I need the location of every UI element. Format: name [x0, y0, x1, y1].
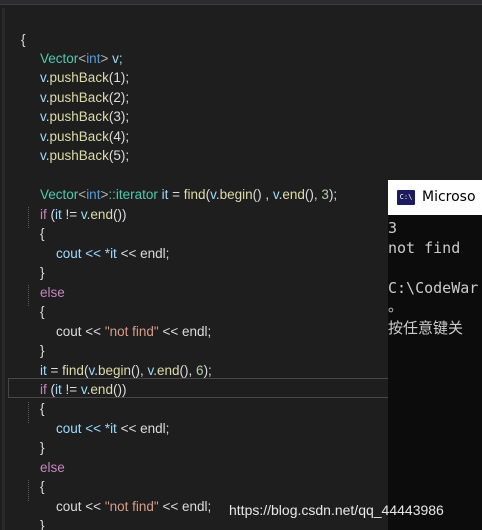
console-title: Microso: [422, 189, 476, 205]
code-line: Vector<int>::iterator it = find(v.begin(…: [40, 186, 338, 202]
code-line: else: [40, 284, 65, 300]
console-output-line: 按任意键关: [388, 319, 464, 337]
console-output-line: C:\CodeWar: [388, 279, 479, 297]
code-line: if (it != v.end()): [40, 206, 127, 222]
console-output-line: 。: [388, 297, 404, 315]
editor-gutter: [2, 8, 5, 530]
console-output-line: 3: [388, 219, 398, 237]
code-line: {: [40, 478, 45, 494]
code-line: v.pushBack(1);: [40, 69, 130, 85]
code-line: v.pushBack(2);: [40, 89, 130, 105]
code-line: }: [40, 264, 45, 280]
code-line: {: [40, 303, 45, 319]
console-app-icon: C:\: [397, 190, 415, 205]
code-line: v.pushBack(3);: [40, 108, 130, 124]
editor-top-rule: [0, 0, 482, 5]
code-line: cout << "not find" << endl;: [56, 323, 212, 339]
code-line: Vector<int> v;: [40, 50, 123, 66]
code-line: {: [21, 31, 26, 47]
code-line: else: [40, 459, 65, 475]
code-line: v.pushBack(4);: [40, 128, 130, 144]
code-line: cout << "not find" << endl;: [56, 498, 212, 514]
watermark-url: https://blog.csdn.net/qq_44443986: [229, 502, 444, 518]
code-line: cout << *it << endl;: [56, 245, 170, 261]
code-line: }: [40, 517, 45, 530]
console-output-line: not find: [388, 239, 461, 257]
code-line: v.pushBack(5);: [40, 147, 130, 163]
code-line: {: [40, 225, 45, 241]
code-line: cout << *it << endl;: [56, 420, 170, 436]
code-line: if (it != v.end()): [40, 381, 127, 397]
code-line: it = find(v.begin(), v.end(), 6);: [40, 362, 212, 378]
console-window[interactable]: C:\ Microso 3 not find C:\CodeWar 。 按任意键…: [388, 180, 482, 530]
code-line: }: [40, 439, 45, 455]
code-line: {: [40, 400, 45, 416]
console-titlebar[interactable]: C:\ Microso: [388, 180, 482, 215]
code-line: }: [40, 342, 45, 358]
